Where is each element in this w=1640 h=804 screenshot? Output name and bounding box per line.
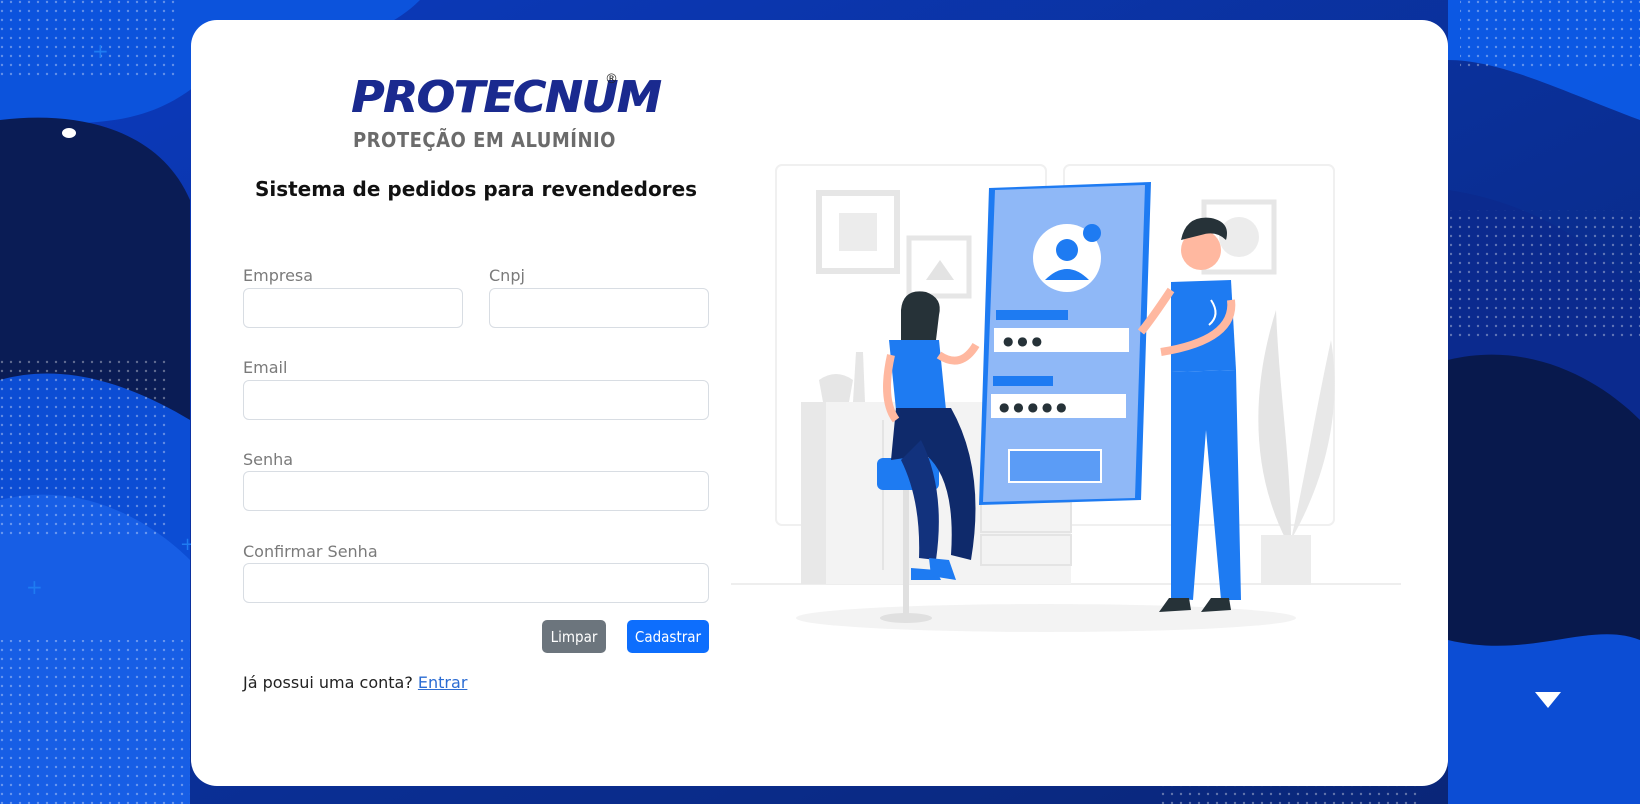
password-dots-2: ● ● ● ● ●: [999, 400, 1067, 414]
password-dots-1: ● ● ●: [1003, 334, 1042, 348]
brand-logo: PROTECNUM ® PROTEÇÃO EM ALUMÍNIO: [351, 70, 661, 162]
login-prompt: Já possui uma conta? Entrar: [243, 673, 467, 692]
logo-tagline: PROTEÇÃO EM ALUMÍNIO: [353, 128, 616, 152]
svg-text:+: +: [26, 575, 43, 599]
cnpj-input[interactable]: [489, 288, 709, 328]
senha-input[interactable]: [243, 471, 709, 511]
confirmar-senha-input[interactable]: [243, 563, 709, 603]
empresa-input[interactable]: [243, 288, 463, 328]
signup-illustration: ● ● ● ● ● ● ● ●: [731, 164, 1401, 632]
svg-text:+: +: [92, 39, 109, 63]
login-link[interactable]: Entrar: [418, 673, 467, 692]
cnpj-label: Cnpj: [489, 266, 525, 285]
email-label: Email: [243, 358, 288, 377]
clear-button[interactable]: Limpar: [542, 620, 606, 653]
empresa-label: Empresa: [243, 266, 314, 285]
triangle-down-icon: [1535, 692, 1561, 708]
register-card: PROTECNUM ® PROTEÇÃO EM ALUMÍNIO Sistema…: [191, 20, 1448, 786]
email-input[interactable]: [243, 380, 709, 420]
senha-label: Senha: [243, 450, 294, 469]
confirmar-senha-label: Confirmar Senha: [243, 542, 378, 561]
login-prompt-text: Já possui uma conta?: [243, 673, 413, 692]
page-title: Sistema de pedidos para revendedores: [254, 177, 698, 201]
registered-mark: ®: [605, 72, 618, 87]
register-button[interactable]: Cadastrar: [627, 620, 709, 653]
logo-wordmark: PROTECNUM: [351, 72, 661, 123]
